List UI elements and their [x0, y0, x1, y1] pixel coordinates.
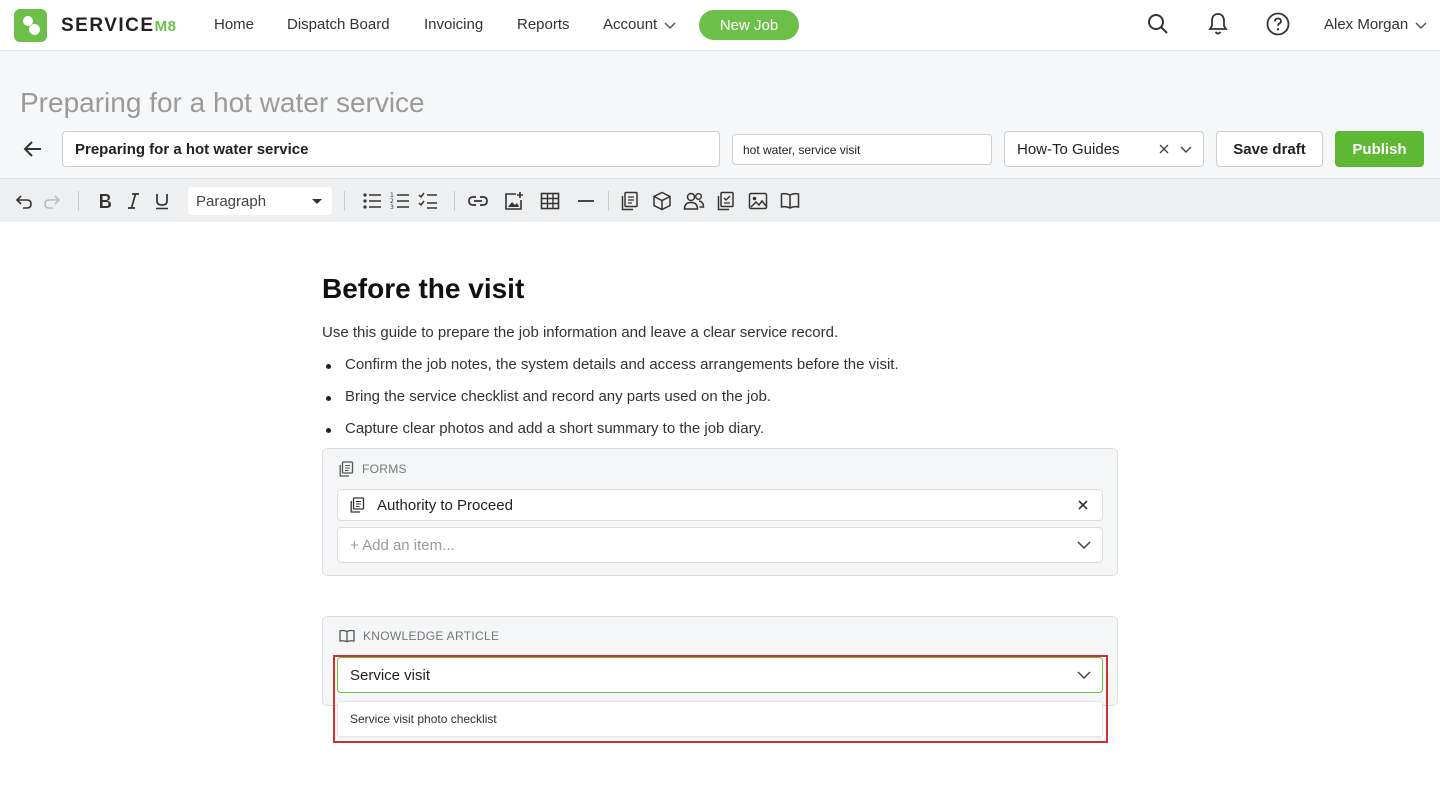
user-menu[interactable]: Alex Morgan	[1324, 16, 1428, 33]
bullet-list-icon[interactable]	[361, 190, 383, 212]
nav-account-label: Account	[603, 16, 658, 33]
insert-material-icon[interactable]	[651, 190, 673, 212]
insert-photo-icon[interactable]	[747, 190, 769, 212]
help-icon[interactable]	[1266, 12, 1290, 36]
link-icon[interactable]	[467, 190, 489, 212]
insert-form-icon[interactable]	[619, 190, 641, 212]
chevron-down-icon	[1076, 538, 1092, 552]
category-select[interactable]: How-To Guides	[1004, 131, 1204, 167]
redo-icon[interactable]	[41, 190, 63, 212]
svg-text:3: 3	[390, 204, 394, 211]
toolbar-divider	[608, 191, 609, 211]
add-image-icon[interactable]	[503, 190, 525, 212]
close-icon[interactable]	[1076, 498, 1090, 512]
forms-block-header: FORMS	[339, 461, 407, 477]
form-icon	[339, 461, 354, 477]
knowledge-block-header: KNOWLEDGE ARTICLE	[339, 629, 499, 643]
article-tags-input[interactable]: hot water, service visit	[732, 134, 992, 165]
checklist-icon[interactable]	[417, 190, 439, 212]
numbered-list-icon[interactable]: 123	[389, 190, 411, 212]
nav-home[interactable]: Home	[214, 16, 254, 33]
article-title-input[interactable]: Preparing for a hot water service	[62, 131, 720, 167]
search-icon[interactable]	[1146, 12, 1170, 36]
chevron-down-icon	[1415, 21, 1427, 29]
new-job-button[interactable]: New Job	[699, 10, 799, 40]
caret-down-icon	[312, 199, 322, 204]
form-item[interactable]: Authority to Proceed	[337, 489, 1103, 521]
knowledge-article-suggestion[interactable]: Service visit photo checklist	[337, 701, 1103, 737]
italic-icon[interactable]	[122, 190, 144, 212]
insert-staff-icon[interactable]	[683, 190, 705, 212]
list-item[interactable]: Bring the service checklist and record a…	[322, 388, 899, 420]
back-arrow-icon[interactable]	[20, 137, 46, 161]
insert-checklist-icon[interactable]	[715, 190, 737, 212]
servicem8-logo[interactable]: ServiceM8	[14, 9, 176, 42]
formatting-toolbar: Paragraph 123	[0, 178, 1440, 222]
knowledge-search-value: Service visit	[350, 666, 431, 684]
list-item[interactable]: Confirm the job notes, the system detail…	[322, 356, 899, 388]
brand-suffix: M8	[154, 17, 177, 35]
knowledge-block-title: KNOWLEDGE ARTICLE	[363, 629, 500, 643]
chevron-down-icon	[664, 21, 676, 29]
category-value: How-To Guides	[1017, 140, 1120, 158]
book-icon	[339, 629, 355, 643]
horizontal-rule-icon[interactable]	[575, 190, 597, 212]
toolbar-divider	[454, 191, 455, 211]
forms-block: FORMS Authority to Proceed + Add an item…	[322, 448, 1118, 576]
publish-button[interactable]: Publish	[1335, 131, 1424, 167]
brand-wordmark: ServiceM8	[61, 15, 176, 37]
article-intro-paragraph[interactable]: Use this guide to prepare the job inform…	[322, 324, 838, 341]
top-navigation-bar: ServiceM8 Home Dispatch Board Invoicing …	[0, 0, 1440, 51]
save-draft-button[interactable]: Save draft	[1216, 131, 1323, 167]
chevron-down-icon	[1179, 142, 1193, 156]
table-icon[interactable]	[539, 190, 561, 212]
article-heading[interactable]: Before the visit	[322, 273, 524, 305]
knowledge-article-block: KNOWLEDGE ARTICLE Service visit	[322, 616, 1118, 706]
servicem8-logo-icon	[14, 9, 47, 42]
chevron-down-icon	[1076, 668, 1092, 682]
form-item-label: Authority to Proceed	[377, 496, 513, 514]
brand-name: Service	[61, 14, 155, 36]
user-name: Alex Morgan	[1324, 16, 1409, 33]
toolbar-divider	[78, 191, 79, 211]
block-format-select[interactable]: Paragraph	[188, 187, 332, 215]
add-item-placeholder: + Add an item...	[350, 536, 455, 554]
nav-account-menu[interactable]: Account	[603, 16, 677, 33]
bell-icon[interactable]	[1206, 12, 1230, 36]
add-form-item-select[interactable]: + Add an item...	[337, 527, 1103, 563]
underline-icon[interactable]	[151, 190, 173, 212]
article-editor-header: Preparing for a hot water service Prepar…	[0, 51, 1440, 178]
bold-icon[interactable]	[94, 190, 116, 212]
article-bullet-list: Confirm the job notes, the system detail…	[322, 356, 899, 452]
toolbar-divider	[344, 191, 345, 211]
form-icon	[350, 497, 365, 513]
knowledge-article-search-input[interactable]: Service visit	[337, 657, 1103, 693]
page-title: Preparing for a hot water service	[20, 87, 425, 118]
block-format-value: Paragraph	[196, 192, 267, 210]
clear-category-icon[interactable]	[1157, 142, 1171, 156]
nav-dispatch-board[interactable]: Dispatch Board	[287, 16, 390, 33]
nav-reports[interactable]: Reports	[517, 16, 570, 33]
undo-icon[interactable]	[13, 190, 35, 212]
nav-invoicing[interactable]: Invoicing	[424, 16, 483, 33]
insert-article-icon[interactable]	[779, 190, 801, 212]
forms-block-title: FORMS	[362, 462, 407, 476]
